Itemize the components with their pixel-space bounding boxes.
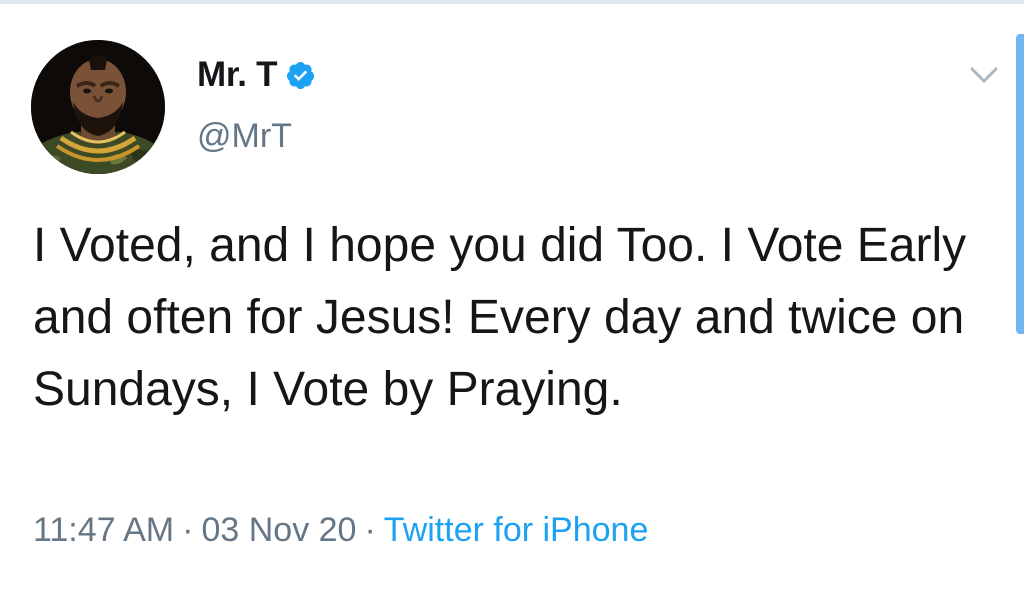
- profile-photo-icon: [31, 40, 165, 174]
- chevron-down-icon[interactable]: [966, 60, 1002, 90]
- top-divider: [0, 0, 1024, 4]
- author-display-name[interactable]: Mr. T: [197, 55, 277, 95]
- meta-separator: ·: [364, 511, 376, 549]
- tweet-source-link[interactable]: Twitter for iPhone: [384, 511, 649, 549]
- tweet-meta: 11:47 AM · 03 Nov 20 · Twitter for iPhone: [33, 511, 648, 550]
- tweet-text: I Voted, and I hope you did Too. I Vote …: [33, 219, 967, 416]
- author-name-row[interactable]: Mr. T: [197, 54, 316, 96]
- avatar[interactable]: [31, 40, 165, 174]
- author-username[interactable]: @MrT: [197, 117, 292, 156]
- tweet-time[interactable]: 11:47 AM: [33, 511, 174, 549]
- scroll-indicator[interactable]: [1016, 34, 1024, 334]
- verified-badge-icon: [287, 61, 315, 89]
- meta-separator: ·: [182, 511, 194, 549]
- tweet-date[interactable]: 03 Nov 20: [201, 511, 356, 549]
